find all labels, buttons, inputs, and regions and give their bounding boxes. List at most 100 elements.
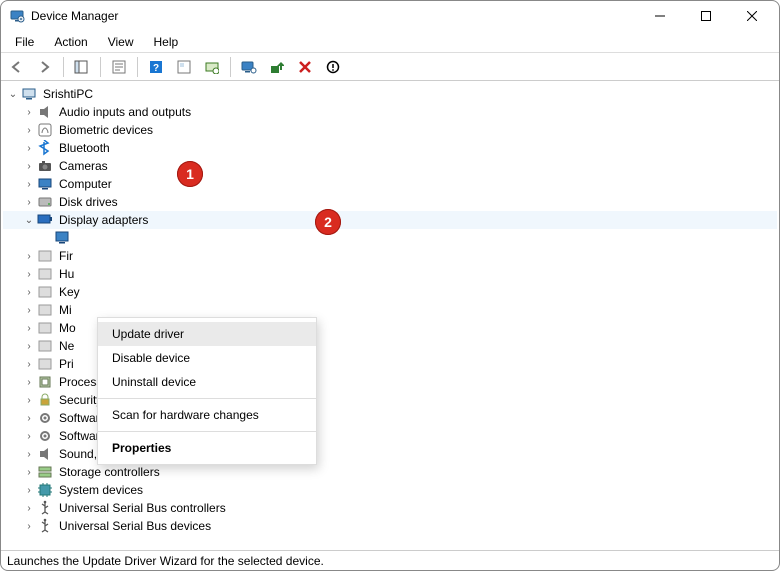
titlebar: Device Manager bbox=[1, 1, 779, 31]
tree-item-label: Key bbox=[57, 284, 82, 300]
caret-right-icon[interactable]: › bbox=[21, 485, 37, 496]
tree-item[interactable]: › Bluetooth bbox=[3, 139, 777, 157]
tree-item-label: Mo bbox=[57, 320, 78, 336]
tree-item-label: Bluetooth bbox=[57, 140, 112, 156]
cog-icon bbox=[37, 410, 53, 426]
cpu-icon bbox=[37, 374, 53, 390]
tree-item-label: Universal Serial Bus controllers bbox=[57, 500, 228, 516]
caret-right-icon[interactable]: › bbox=[21, 503, 37, 514]
caret-right-icon[interactable]: › bbox=[21, 287, 37, 298]
tree-item[interactable]: › Computer bbox=[3, 175, 777, 193]
tree-root[interactable]: ⌄ SrishtiPC bbox=[3, 85, 777, 103]
close-button[interactable] bbox=[729, 1, 775, 31]
tree-item[interactable]: › Audio inputs and outputs bbox=[3, 103, 777, 121]
help-button[interactable]: ? bbox=[144, 56, 168, 78]
caret-right-icon[interactable]: › bbox=[21, 521, 37, 532]
back-button[interactable] bbox=[5, 56, 29, 78]
tree-item-label: Ne bbox=[57, 338, 76, 354]
tree-item-label: Disk drives bbox=[57, 194, 120, 210]
ctx-scan-hardware[interactable]: Scan for hardware changes bbox=[98, 403, 316, 427]
window-controls bbox=[637, 1, 775, 31]
toolbar-icon[interactable] bbox=[200, 56, 224, 78]
caret-right-icon[interactable]: › bbox=[21, 305, 37, 316]
caret-down-icon[interactable]: ⌄ bbox=[21, 215, 37, 226]
tree-item-display-adapters[interactable]: ⌄ Display adapters bbox=[3, 211, 777, 229]
chip-icon bbox=[37, 482, 53, 498]
caret-right-icon[interactable]: › bbox=[21, 197, 37, 208]
caret-right-icon[interactable]: › bbox=[21, 377, 37, 388]
menu-file[interactable]: File bbox=[7, 33, 42, 51]
toolbar-separator bbox=[63, 57, 64, 77]
tree-item-label: Computer bbox=[57, 176, 114, 192]
caret-right-icon[interactable]: › bbox=[21, 179, 37, 190]
svg-text:?: ? bbox=[153, 63, 159, 74]
ctx-disable-device[interactable]: Disable device bbox=[98, 346, 316, 370]
update-driver-toolbar-button[interactable] bbox=[265, 56, 289, 78]
caret-right-icon[interactable]: › bbox=[21, 269, 37, 280]
show-hide-tree-button[interactable] bbox=[70, 56, 94, 78]
tree-item[interactable]: ›Hu bbox=[3, 265, 777, 283]
caret-right-icon[interactable]: › bbox=[21, 359, 37, 370]
maximize-button[interactable] bbox=[683, 1, 729, 31]
caret-down-icon[interactable]: ⌄ bbox=[5, 89, 21, 100]
status-text: Launches the Update Driver Wizard for th… bbox=[7, 554, 324, 568]
caret-right-icon[interactable]: › bbox=[21, 467, 37, 478]
minimize-button[interactable] bbox=[637, 1, 683, 31]
window-title: Device Manager bbox=[31, 9, 637, 23]
app-icon bbox=[9, 8, 25, 24]
caret-right-icon[interactable]: › bbox=[21, 161, 37, 172]
scan-hardware-button[interactable] bbox=[237, 56, 261, 78]
tree-item-label: Universal Serial Bus devices bbox=[57, 518, 213, 534]
tree-child-display-adapter[interactable]: › bbox=[3, 229, 777, 247]
context-menu: Update driver Disable device Uninstall d… bbox=[97, 317, 317, 465]
caret-right-icon[interactable]: › bbox=[21, 341, 37, 352]
caret-right-icon[interactable]: › bbox=[21, 323, 37, 334]
caret-right-icon[interactable]: › bbox=[21, 449, 37, 460]
tree-item[interactable]: › Universal Serial Bus controllers bbox=[3, 499, 777, 517]
tree-item-label: Fir bbox=[57, 248, 75, 264]
speaker-icon bbox=[37, 104, 53, 120]
camera-icon bbox=[37, 158, 53, 174]
menu-view[interactable]: View bbox=[100, 33, 142, 51]
annotation-badge-1: 1 bbox=[177, 161, 203, 187]
tree-item[interactable]: › Storage controllers bbox=[3, 463, 777, 481]
generic-icon bbox=[37, 284, 53, 300]
forward-button[interactable] bbox=[33, 56, 57, 78]
caret-right-icon[interactable]: › bbox=[21, 395, 37, 406]
ctx-uninstall-device[interactable]: Uninstall device bbox=[98, 370, 316, 394]
menu-action[interactable]: Action bbox=[46, 33, 95, 51]
caret-right-icon[interactable]: › bbox=[21, 125, 37, 136]
ctx-separator bbox=[98, 431, 316, 432]
speaker-icon bbox=[37, 446, 53, 462]
tree-item-label bbox=[75, 237, 79, 239]
caret-right-icon[interactable]: › bbox=[21, 431, 37, 442]
tree-item-label: Audio inputs and outputs bbox=[57, 104, 193, 120]
tree-item[interactable]: › Fir bbox=[3, 247, 777, 265]
tree-item[interactable]: ›Biometric devices bbox=[3, 121, 777, 139]
tree-item-label: Cameras bbox=[57, 158, 110, 174]
device-tree[interactable]: ⌄ SrishtiPC › Audio inputs and outputs›Bi… bbox=[1, 81, 779, 550]
toolbar-separator bbox=[230, 57, 231, 77]
ctx-properties[interactable]: Properties bbox=[98, 436, 316, 460]
caret-right-icon[interactable]: › bbox=[21, 251, 37, 262]
uninstall-toolbar-button[interactable] bbox=[293, 56, 317, 78]
menu-help[interactable]: Help bbox=[146, 33, 187, 51]
monitor-icon bbox=[55, 230, 71, 246]
tree-item[interactable]: › Universal Serial Bus devices bbox=[3, 517, 777, 535]
tree-item[interactable]: › Cameras bbox=[3, 157, 777, 175]
generic-icon bbox=[37, 320, 53, 336]
caret-right-icon[interactable]: › bbox=[21, 413, 37, 424]
tree-item[interactable]: › Disk drives bbox=[3, 193, 777, 211]
caret-right-icon[interactable]: › bbox=[21, 143, 37, 154]
disable-toolbar-button[interactable] bbox=[321, 56, 345, 78]
ctx-update-driver[interactable]: Update driver bbox=[98, 322, 316, 346]
tree-item-label: Storage controllers bbox=[57, 464, 162, 480]
bluetooth-icon bbox=[37, 140, 53, 156]
caret-right-icon[interactable]: › bbox=[21, 107, 37, 118]
tree-item[interactable]: › Key bbox=[3, 283, 777, 301]
tree-item[interactable]: ›System devices bbox=[3, 481, 777, 499]
properties-button[interactable] bbox=[107, 56, 131, 78]
generic-icon bbox=[37, 302, 53, 318]
generic-icon bbox=[37, 356, 53, 372]
toolbar-icon[interactable] bbox=[172, 56, 196, 78]
